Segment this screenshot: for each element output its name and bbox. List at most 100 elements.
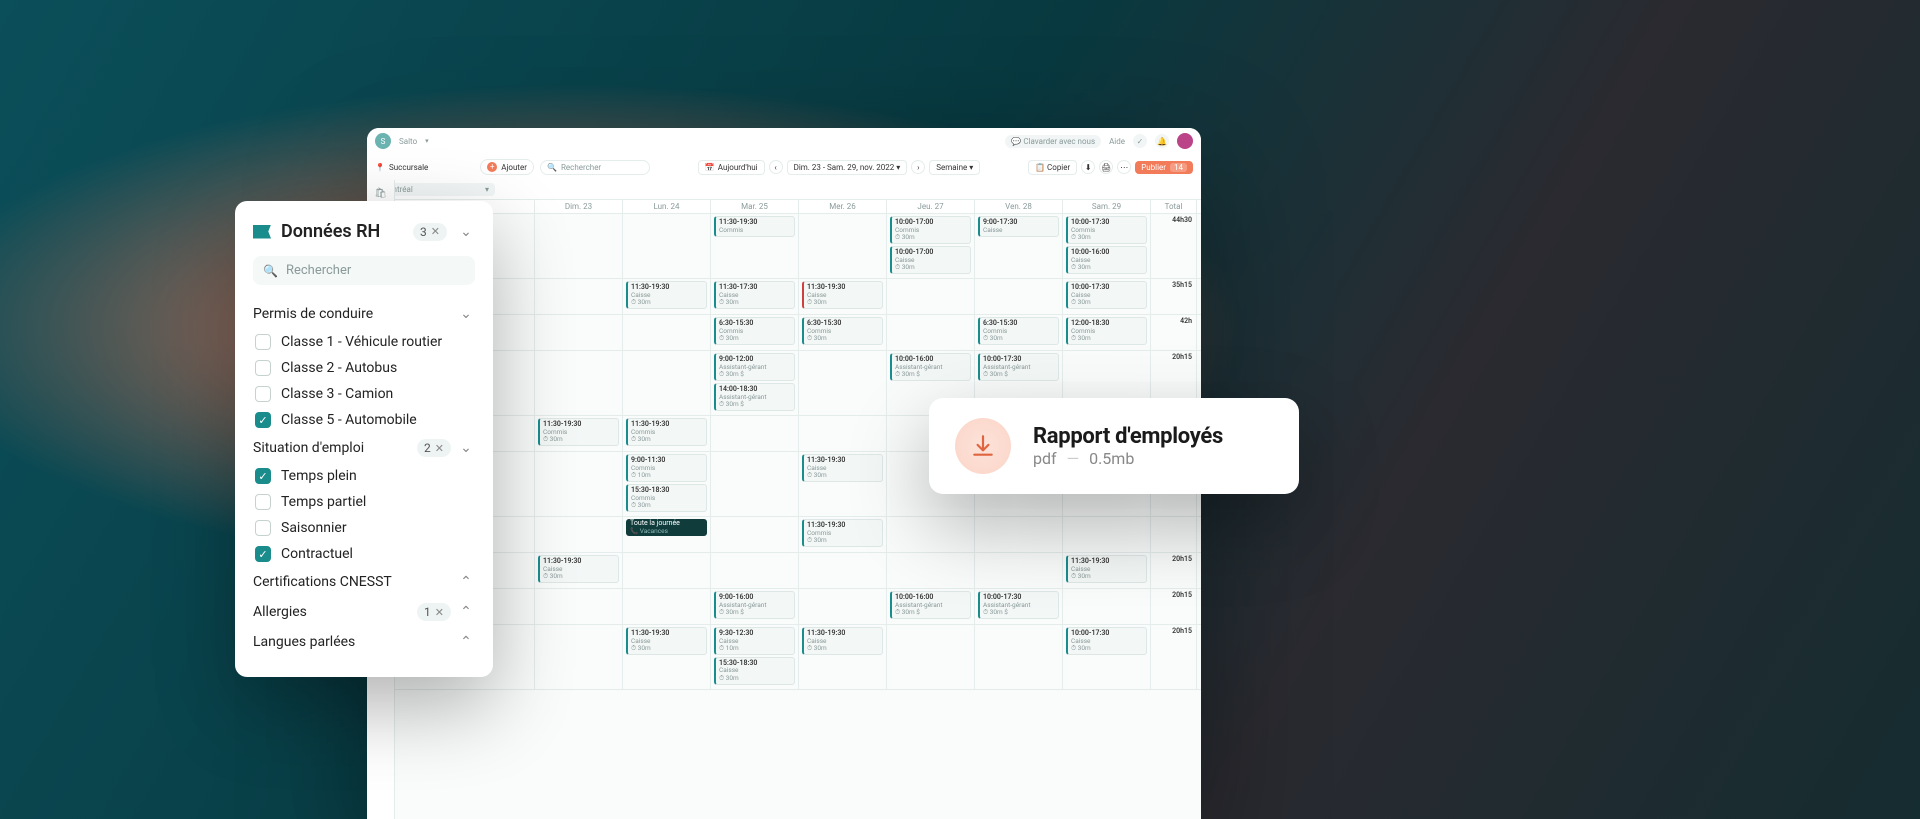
shift-card[interactable]: 11:30-19:30Caisse⏱ 30m xyxy=(626,281,707,309)
filter-count-badge[interactable]: 2✕ xyxy=(417,439,451,457)
filter-group-header[interactable]: Permis de conduire⌄ xyxy=(253,299,475,329)
shift-card[interactable]: 11:30-19:30Commis⏱ 30m xyxy=(538,418,619,446)
day-cell[interactable] xyxy=(623,351,711,415)
day-cell[interactable] xyxy=(799,416,887,451)
filter-option[interactable]: Contractuel xyxy=(253,541,475,567)
checkbox[interactable] xyxy=(255,412,271,428)
filter-search-input[interactable]: Rechercher xyxy=(253,256,475,285)
shift-card[interactable]: 9:00-12:00Assistant-gérant⏱ 30m $ xyxy=(714,353,795,381)
day-cell[interactable] xyxy=(887,279,975,314)
add-button[interactable]: +Ajouter xyxy=(480,159,534,175)
shift-card[interactable]: 11:30-19:30Commis⏱ 30m xyxy=(802,519,883,547)
shift-card[interactable]: 11:30-19:30Caisse⏱ 30m xyxy=(802,627,883,655)
print-icon[interactable]: 🖨 xyxy=(1099,160,1113,174)
filter-option[interactable]: Classe 2 - Autobus xyxy=(253,355,475,381)
shift-card[interactable]: 11:30-19:30Commis xyxy=(714,216,795,237)
shift-card[interactable]: 6:30-15:30Commis⏱ 30m xyxy=(714,317,795,345)
shift-card[interactable]: 11:30-19:30Caisse⏱ 30m xyxy=(802,454,883,482)
filter-group-header[interactable]: Langues parlées⌃ xyxy=(253,627,475,657)
day-cell[interactable]: 11:30-19:30Caisse⏱ 30m xyxy=(1063,553,1151,588)
chevron-down-icon[interactable]: ⌄ xyxy=(457,223,475,241)
day-cell[interactable]: 9:00-12:00Assistant-gérant⏱ 30m $14:00-1… xyxy=(711,351,799,415)
vacation-card[interactable]: Toute la journée📞 Vacances xyxy=(626,519,707,536)
filter-option[interactable]: Classe 5 - Automobile xyxy=(253,407,475,433)
shift-card[interactable]: 11:30-19:30Commis⏱ 30m xyxy=(626,418,707,446)
bell-icon[interactable]: 🔔 xyxy=(1155,134,1169,148)
shift-card[interactable]: 12:00-18:30Commis⏱ 30m xyxy=(1066,317,1147,345)
shift-card[interactable]: 11:30-19:30Caisse⏱ 30m xyxy=(538,555,619,583)
day-cell[interactable] xyxy=(535,625,623,689)
profile-avatar[interactable] xyxy=(1177,133,1193,149)
day-cell[interactable] xyxy=(535,452,623,516)
shift-card[interactable]: 10:00-17:00Caisse⏱ 30m xyxy=(890,246,971,274)
check-icon[interactable]: ✓ xyxy=(1133,134,1147,148)
day-cell[interactable]: 11:30-17:30Caisse⏱ 30m xyxy=(711,279,799,314)
day-cell[interactable]: 11:30-19:30Commis⏱ 30m xyxy=(535,416,623,451)
shift-card[interactable]: 9:30-12:30Caisse⏱ 10m xyxy=(714,627,795,655)
day-cell[interactable] xyxy=(887,517,975,552)
shift-card[interactable]: 10:00-16:00Assistant-gérant⏱ 30m $ xyxy=(890,591,971,619)
day-cell[interactable] xyxy=(535,589,623,624)
filter-option[interactable]: Saisonnier xyxy=(253,515,475,541)
shift-card[interactable]: 15:30-18:30Caisse⏱ 30m xyxy=(714,657,795,685)
day-cell[interactable] xyxy=(711,416,799,451)
checkbox[interactable] xyxy=(255,386,271,402)
day-cell[interactable] xyxy=(975,553,1063,588)
shift-card[interactable]: 11:30-19:30Caisse⏱ 30m xyxy=(1066,555,1147,583)
day-cell[interactable]: 11:30-19:30Commis⏱ 30m xyxy=(623,416,711,451)
shift-card[interactable]: 10:00-16:00Caisse⏱ 30m xyxy=(1066,246,1147,274)
day-cell[interactable]: 10:00-17:30Caisse⏱ 30m xyxy=(1063,279,1151,314)
day-cell[interactable] xyxy=(623,589,711,624)
day-cell[interactable]: 12:00-18:30Commis⏱ 30m xyxy=(1063,315,1151,350)
day-cell[interactable]: 10:00-17:30Caisse⏱ 30m xyxy=(1063,625,1151,689)
shift-card[interactable]: 10:00-17:30Caisse⏱ 30m xyxy=(1066,627,1147,655)
chevron-down-icon[interactable]: ⌄ xyxy=(457,439,475,457)
location-selector[interactable]: Succursale xyxy=(375,163,428,172)
day-cell[interactable] xyxy=(623,315,711,350)
day-cell[interactable] xyxy=(975,625,1063,689)
date-range-selector[interactable]: Dim. 23 - Sam. 29, nov. 2022 ▾ xyxy=(787,160,908,175)
filter-group-header[interactable]: Allergies1✕⌃ xyxy=(253,597,475,627)
shift-card[interactable]: 11:30-17:30Caisse⏱ 30m xyxy=(714,281,795,309)
day-cell[interactable]: 6:30-15:30Commis⏱ 30m xyxy=(799,315,887,350)
download-card[interactable]: Rapport d'employés pdf — 0.5mb xyxy=(929,398,1299,494)
day-cell[interactable] xyxy=(887,315,975,350)
chevron-down-icon[interactable]: ▾ xyxy=(425,137,429,145)
checkbox[interactable] xyxy=(255,494,271,510)
shift-card[interactable]: 9:00-11:30Commis⏱ 10m xyxy=(626,454,707,482)
checkbox[interactable] xyxy=(255,468,271,484)
shift-card[interactable]: 9:00-17:30Caisse xyxy=(978,216,1059,237)
shift-card[interactable]: 10:00-17:30Assistant-gérant⏱ 30m $ xyxy=(978,591,1059,619)
clear-filters-icon[interactable]: ✕ xyxy=(431,225,440,238)
checkbox[interactable] xyxy=(255,334,271,350)
filter-option[interactable]: Temps partiel xyxy=(253,489,475,515)
shift-card[interactable]: 6:30-15:30Commis⏱ 30m xyxy=(978,317,1059,345)
shift-card[interactable]: 10:00-17:30Caisse⏱ 30m xyxy=(1066,281,1147,309)
today-button[interactable]: 📅 Aujourd'hui xyxy=(698,160,765,175)
day-cell[interactable] xyxy=(1063,517,1151,552)
shift-card[interactable]: 9:00-16:00Assistant-gérant⏱ 30m $ xyxy=(714,591,795,619)
filter-option[interactable]: Classe 3 - Camion xyxy=(253,381,475,407)
day-cell[interactable]: 9:30-12:30Caisse⏱ 10m15:30-18:30Caisse⏱ … xyxy=(711,625,799,689)
shift-card[interactable]: 15:30-18:30Commis⏱ 30m xyxy=(626,484,707,512)
search-input[interactable]: Rechercher xyxy=(540,160,650,175)
day-cell[interactable] xyxy=(799,553,887,588)
day-cell[interactable]: 10:00-17:30Assistant-gérant⏱ 30m $ xyxy=(975,589,1063,624)
prev-week-button[interactable]: ‹ xyxy=(769,160,783,174)
filter-count-badge[interactable]: 1✕ xyxy=(417,603,451,621)
day-cell[interactable]: 6:30-15:30Commis⏱ 30m xyxy=(975,315,1063,350)
day-cell[interactable]: 6:30-15:30Commis⏱ 30m xyxy=(711,315,799,350)
shop-icon[interactable]: 🛍 xyxy=(374,186,388,200)
shift-card[interactable]: 10:00-17:30Commis⏱ 30m xyxy=(1066,216,1147,244)
day-cell[interactable] xyxy=(535,517,623,552)
view-selector[interactable]: Semaine ▾ xyxy=(929,160,980,175)
day-cell[interactable]: 11:30-19:30Caisse⏱ 30m xyxy=(623,279,711,314)
shift-card[interactable]: 10:00-17:00Commis⏱ 30m xyxy=(890,216,971,244)
day-cell[interactable]: 11:30-19:30Caisse⏱ 30m xyxy=(799,452,887,516)
filter-group-header[interactable]: Certifications CNESST⌃ xyxy=(253,567,475,597)
shift-card[interactable]: 11:30-19:30Caisse⏱ 30m xyxy=(802,281,883,309)
day-cell[interactable] xyxy=(535,315,623,350)
day-cell[interactable] xyxy=(711,517,799,552)
day-cell[interactable] xyxy=(711,553,799,588)
day-cell[interactable] xyxy=(975,279,1063,314)
